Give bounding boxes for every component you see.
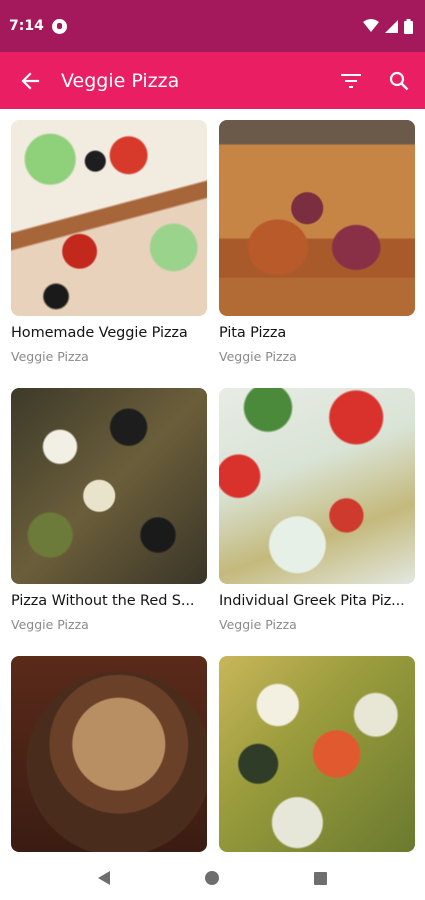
recipe-title: Individual Greek Pita Piz... — [219, 593, 405, 609]
notification-icon — [51, 18, 67, 34]
recipe-card[interactable] — [219, 656, 415, 856]
recipe-image — [219, 388, 415, 584]
recipe-category: Veggie Pizza — [11, 617, 89, 632]
recipe-category: Veggie Pizza — [219, 617, 297, 632]
search-icon — [389, 71, 409, 90]
wifi-icon — [363, 19, 379, 32]
recipe-category: Veggie Pizza — [11, 349, 89, 364]
recipe-card[interactable] — [11, 656, 207, 856]
status-time: 7:14 — [9, 18, 44, 34]
recipe-image — [11, 656, 207, 852]
nav-back-icon[interactable] — [98, 871, 110, 885]
page-title: Veggie Pizza — [61, 69, 180, 92]
recipe-card[interactable]: Pita Pizza Veggie Pizza — [219, 120, 415, 388]
recipe-grid: Homemade Veggie Pizza Veggie Pizza Pita … — [0, 109, 425, 856]
back-button[interactable] — [6, 57, 54, 105]
recipe-image — [219, 656, 415, 852]
status-left: 7:14 — [9, 18, 67, 34]
status-bar: 7:14 — [0, 0, 425, 52]
app-bar: Veggie Pizza — [0, 52, 425, 109]
recipe-image — [219, 120, 415, 316]
battery-icon — [404, 18, 413, 34]
filter-icon — [341, 73, 361, 88]
recipe-title: Pita Pizza — [219, 325, 287, 341]
nav-recents-icon[interactable] — [314, 871, 327, 885]
arrow-back-icon — [21, 71, 40, 90]
recipe-title: Pizza Without the Red S... — [11, 593, 195, 609]
search-button[interactable] — [375, 57, 423, 105]
recipe-card[interactable]: Pizza Without the Red S... Veggie Pizza — [11, 388, 207, 656]
recipe-title: Homemade Veggie Pizza — [11, 325, 188, 341]
system-nav-bar — [0, 856, 425, 900]
recipe-image — [11, 120, 207, 316]
nav-home-icon[interactable] — [205, 871, 219, 885]
signal-icon — [385, 20, 398, 33]
status-right — [363, 18, 413, 34]
filter-button[interactable] — [327, 57, 375, 105]
recipe-card[interactable]: Individual Greek Pita Piz... Veggie Pizz… — [219, 388, 415, 656]
recipe-card[interactable]: Homemade Veggie Pizza Veggie Pizza — [11, 120, 207, 388]
recipe-image — [11, 388, 207, 584]
recipe-category: Veggie Pizza — [219, 349, 297, 364]
